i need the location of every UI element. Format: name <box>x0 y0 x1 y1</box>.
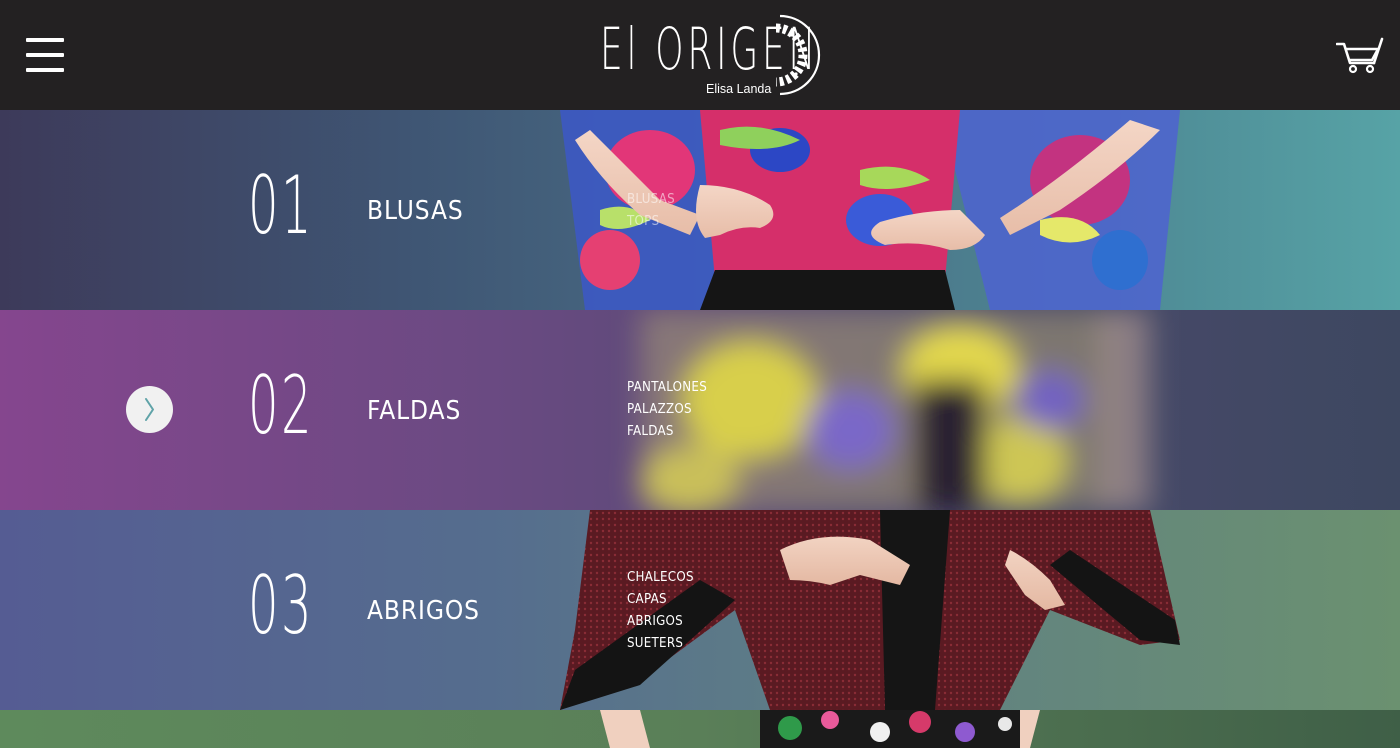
site-header: El ORIGEN Elisa Landa <box>0 0 1400 110</box>
subcategory-link[interactable]: PALAZZOS <box>627 398 707 420</box>
category-row-abrigos[interactable]: 03 ABRIGOS CHALECOS CAPAS ABRIGOS SUETER… <box>0 510 1400 710</box>
subcategory-link[interactable]: CAPAS <box>627 588 694 610</box>
category-number: 03 <box>248 559 314 652</box>
subcategory-link[interactable]: BLUSAS <box>627 188 675 210</box>
category-title: BLUSAS <box>367 196 464 226</box>
hamburger-menu-icon[interactable] <box>26 38 64 72</box>
subcategory-link[interactable]: TOPS <box>627 210 675 232</box>
category-title: FALDAS <box>367 396 462 426</box>
menu-line <box>26 38 64 42</box>
subcategory-link[interactable]: CHALECOS <box>627 566 694 588</box>
subcategory-link[interactable]: FALDAS <box>627 420 707 442</box>
subcategory-link[interactable]: PANTALONES <box>627 376 707 398</box>
model-photo-dress <box>600 710 1040 748</box>
category-number: 02 <box>248 359 314 452</box>
chevron-right-icon[interactable] <box>126 386 173 433</box>
subcategory-link[interactable]: ABRIGOS <box>627 610 694 632</box>
subcategory-list: BLUSAS TOPS <box>627 188 681 232</box>
subcategory-list: CHALECOS CAPAS ABRIGOS SUETERS <box>627 566 703 654</box>
category-row-blusas[interactable]: 01 BLUSAS BLUSAS TOPS <box>0 110 1400 310</box>
category-number: 01 <box>248 159 314 252</box>
sun-emblem-icon <box>775 14 821 96</box>
model-photo-blouse <box>560 110 1180 310</box>
category-row-partial[interactable] <box>0 710 1400 748</box>
shopping-cart-icon[interactable] <box>1336 36 1384 74</box>
menu-line <box>26 68 64 72</box>
category-row-faldas[interactable]: 02 FALDAS PANTALONES PALAZZOS FALDAS <box>0 310 1400 510</box>
subcategory-list: PANTALONES PALAZZOS FALDAS <box>627 376 718 442</box>
category-title: ABRIGOS <box>367 596 480 626</box>
menu-line <box>26 53 64 57</box>
brand-logo[interactable]: El ORIGEN Elisa Landa <box>598 12 828 98</box>
brand-subtitle: Elisa Landa <box>706 82 772 96</box>
subcategory-link[interactable]: SUETERS <box>627 632 694 654</box>
